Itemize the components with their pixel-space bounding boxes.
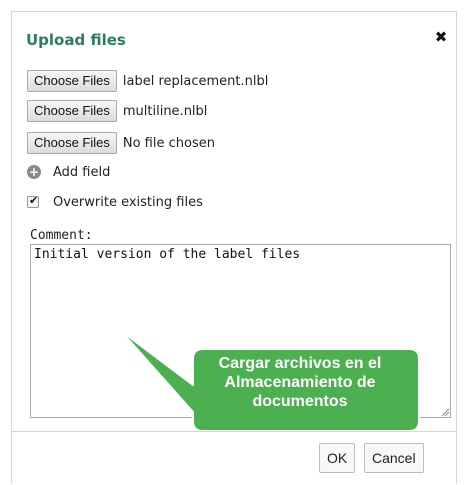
footer-divider: [12, 431, 456, 432]
dialog-title-bar: Upload files ✖: [12, 12, 456, 64]
overwrite-option: ✔ Overwrite existing files: [27, 193, 203, 211]
chosen-file-name-2: multiline.nlbl: [122, 103, 208, 119]
add-field-label[interactable]: Add field: [53, 165, 110, 180]
cancel-button[interactable]: Cancel: [364, 443, 424, 473]
chosen-file-name-3: No file chosen: [122, 135, 215, 151]
upload-files-dialog: Upload files ✖ Choose Files label replac…: [11, 11, 457, 484]
add-field-link[interactable]: + Add field: [27, 163, 110, 181]
choose-files-button-1[interactable]: Choose Files: [27, 70, 117, 92]
ok-button[interactable]: OK: [319, 443, 356, 473]
choose-files-button-3[interactable]: Choose Files: [27, 132, 117, 154]
choose-files-button-2[interactable]: Choose Files: [27, 100, 117, 122]
overwrite-checkbox[interactable]: ✔: [27, 194, 39, 208]
resize-grip-icon[interactable]: [440, 407, 450, 417]
close-button[interactable]: ✖: [432, 28, 450, 46]
overwrite-label[interactable]: Overwrite existing files: [53, 195, 203, 210]
comment-label: Comment:: [30, 228, 93, 243]
file-input-row-3: Choose Files No file chosen: [27, 132, 215, 154]
callout-text: Cargar archivos en el Almacenamiento de …: [218, 355, 382, 410]
plus-circle-icon[interactable]: +: [27, 165, 41, 179]
file-input-row-2: Choose Files multiline.nlbl: [27, 100, 207, 122]
file-input-row-1: Choose Files label replacement.nlbl: [27, 70, 268, 92]
chosen-file-name-1: label replacement.nlbl: [122, 73, 269, 89]
checkmark-icon: ✔: [29, 194, 39, 207]
dialog-title: Upload files: [26, 31, 126, 49]
